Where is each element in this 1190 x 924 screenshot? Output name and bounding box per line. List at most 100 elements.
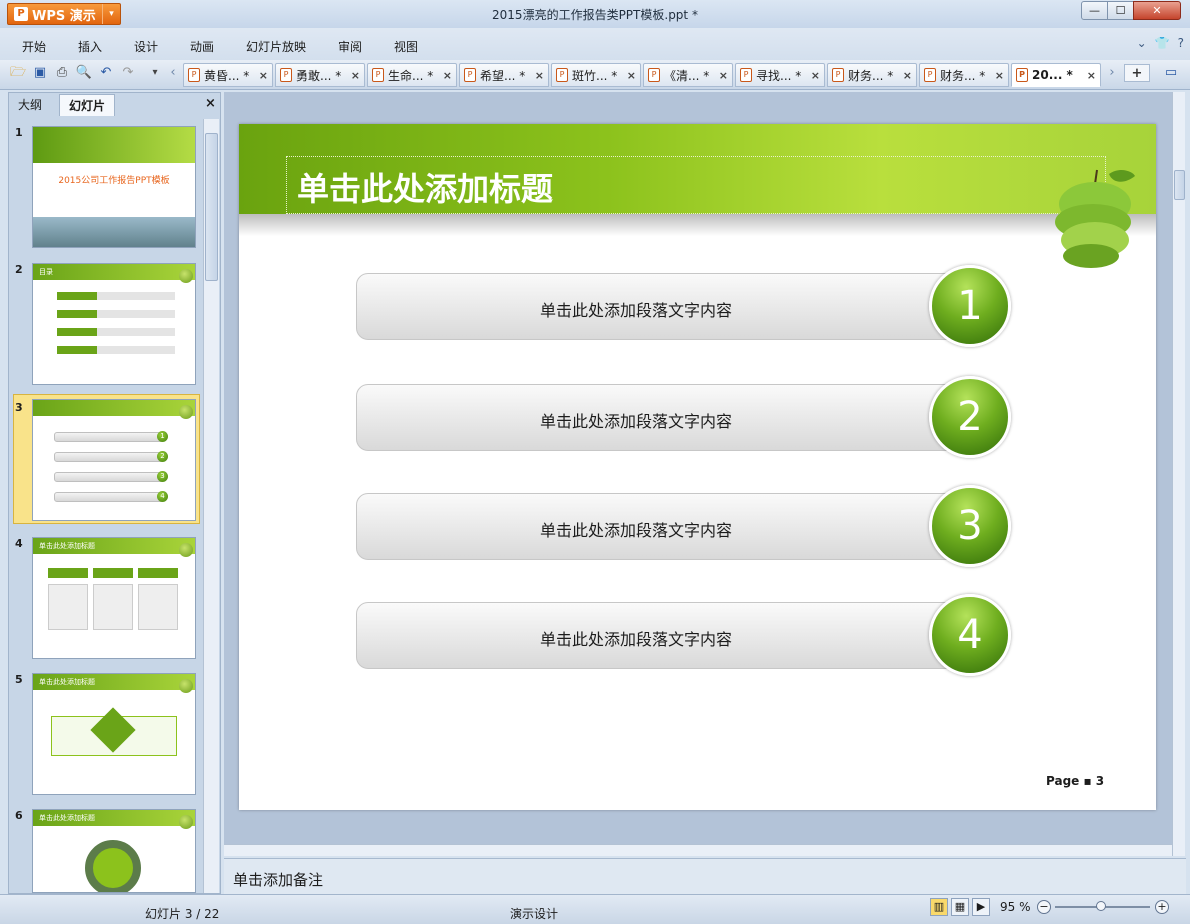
- slide-thumbnail-6[interactable]: 单击此处添加标题: [32, 809, 196, 893]
- slide-number: 5: [15, 673, 23, 686]
- print-preview-icon[interactable]: 🔍: [75, 64, 93, 82]
- thumbnail-scrollbar[interactable]: [203, 119, 219, 893]
- scroll-right-icon[interactable]: ›: [1103, 64, 1121, 82]
- notes-pane[interactable]: 单击添加备注: [224, 858, 1186, 894]
- slide-thumbnail-5[interactable]: 单击此处添加标题: [32, 673, 196, 795]
- ppt-file-icon: P: [740, 68, 752, 82]
- slide-number: 2: [15, 263, 23, 276]
- ppt-file-icon: P: [556, 68, 568, 82]
- doc-tab[interactable]: P 黄昏... * ×: [183, 63, 273, 87]
- close-tab-icon[interactable]: ×: [719, 69, 728, 82]
- doc-tab[interactable]: P 财务... * ×: [827, 63, 917, 87]
- slides-panel: 大纲 幻灯片 × 1 2015公司工作报告PPT模板 2 目录 3 1 2 3 …: [8, 92, 221, 894]
- open-icon[interactable]: 🗁: [9, 64, 27, 82]
- slide-thumbnail-3[interactable]: 1 2 3 4: [32, 399, 196, 521]
- menu-bar: [0, 28, 1190, 60]
- menu-view[interactable]: 视图: [394, 38, 418, 55]
- close-tab-icon[interactable]: ×: [1087, 69, 1096, 82]
- doc-tab-active[interactable]: P 20... * ×: [1011, 63, 1101, 87]
- doc-tab[interactable]: P 斑竹... * ×: [551, 63, 641, 87]
- print-icon[interactable]: ⎙: [53, 64, 71, 82]
- ppt-file-icon: P: [280, 68, 292, 82]
- undo-icon[interactable]: ↶: [97, 64, 115, 82]
- content-text-3[interactable]: 单击此处添加段落文字内容: [356, 517, 916, 541]
- tab-outline[interactable]: 大纲: [9, 94, 51, 116]
- slide-sorter-icon[interactable]: ▦: [951, 898, 969, 916]
- slide-header-shadow: [239, 214, 1156, 236]
- slide-number: 1: [15, 126, 23, 139]
- doc-tab[interactable]: P 寻找... * ×: [735, 63, 825, 87]
- ppt-file-icon: P: [924, 68, 936, 82]
- notes-placeholder[interactable]: 单击添加备注: [233, 869, 323, 890]
- redo-icon[interactable]: ↷: [119, 64, 137, 82]
- thumb-photo: [33, 217, 195, 247]
- close-window-button[interactable]: ✕: [1133, 1, 1181, 20]
- normal-view-icon[interactable]: ▥: [930, 898, 948, 916]
- slide-thumbnail-2[interactable]: 目录: [32, 263, 196, 385]
- close-tab-icon[interactable]: ×: [903, 69, 912, 82]
- menu-design[interactable]: 设计: [134, 38, 158, 55]
- zoom-out-button[interactable]: −: [1037, 900, 1051, 914]
- slide-counter: 幻灯片 3 / 22: [145, 907, 220, 921]
- apple-icon: [1055, 169, 1135, 268]
- thumb-title: 2015公司工作报告PPT模板: [58, 176, 170, 186]
- close-tab-icon[interactable]: ×: [811, 69, 820, 82]
- number-badge-2: 2: [929, 376, 1011, 458]
- ppt-file-icon: P: [1016, 68, 1028, 82]
- slideshow-icon[interactable]: ▶: [972, 898, 990, 916]
- horizontal-scrollbar[interactable]: [224, 844, 1172, 856]
- menu-review[interactable]: 审阅: [338, 38, 362, 55]
- close-tab-icon[interactable]: ×: [259, 69, 268, 82]
- zoom-slider-knob[interactable]: [1096, 901, 1106, 911]
- menu-home[interactable]: 开始: [22, 38, 46, 55]
- close-tab-icon[interactable]: ×: [995, 69, 1004, 82]
- doc-tab[interactable]: P 希望... * ×: [459, 63, 549, 87]
- close-panel-icon[interactable]: ×: [205, 96, 216, 111]
- collapse-ribbon-icon[interactable]: ⌄: [1137, 36, 1147, 50]
- tab-slides[interactable]: 幻灯片: [59, 94, 115, 116]
- close-tab-icon[interactable]: ×: [443, 69, 452, 82]
- content-text-1[interactable]: 单击此处添加段落文字内容: [356, 297, 916, 321]
- help-icon[interactable]: ?: [1178, 36, 1184, 50]
- window-layout-icon[interactable]: ▭: [1162, 64, 1180, 82]
- vertical-scrollbar[interactable]: [1172, 92, 1185, 856]
- slide-canvas[interactable]: 单击此处添加标题 单击此处添加段落文字内容 1 单击此处添加段落文字内容 2 单…: [239, 124, 1156, 810]
- content-text-4[interactable]: 单击此处添加段落文字内容: [356, 626, 916, 650]
- close-tab-icon[interactable]: ×: [535, 69, 544, 82]
- scroll-thumb[interactable]: [205, 133, 218, 281]
- zoom-level: 95 %: [1000, 900, 1031, 914]
- new-tab-button[interactable]: +: [1124, 64, 1150, 82]
- slide-number: 6: [15, 809, 23, 822]
- slide-thumbnail-4[interactable]: 单击此处添加标题: [32, 537, 196, 659]
- maximize-button[interactable]: ☐: [1107, 1, 1134, 20]
- content-text-2[interactable]: 单击此处添加段落文字内容: [356, 408, 916, 432]
- slide-thumbnail-1[interactable]: 2015公司工作报告PPT模板: [32, 126, 196, 248]
- close-tab-icon[interactable]: ×: [351, 69, 360, 82]
- page-number-label: Page ▪ 3: [1046, 774, 1105, 788]
- minimize-button[interactable]: —: [1081, 1, 1108, 20]
- more-icon[interactable]: ▾: [146, 64, 164, 82]
- window-title: 2015漂亮的工作报告类PPT模板.ppt *: [492, 8, 698, 22]
- number-badge-3: 3: [929, 485, 1011, 567]
- doc-tab[interactable]: P 勇敢... * ×: [275, 63, 365, 87]
- menu-insert[interactable]: 插入: [78, 38, 102, 55]
- doc-tab[interactable]: P 财务... * ×: [919, 63, 1009, 87]
- slide-number: 4: [15, 537, 23, 550]
- ppt-file-icon: P: [372, 68, 384, 82]
- slide-number: 3: [15, 401, 23, 414]
- menu-animation[interactable]: 动画: [190, 38, 214, 55]
- scroll-left-icon[interactable]: ‹: [164, 64, 182, 82]
- number-badge-4: 4: [929, 594, 1011, 676]
- save-icon[interactable]: ▣: [31, 64, 49, 82]
- doc-tab[interactable]: P 生命... * ×: [367, 63, 457, 87]
- scroll-thumb[interactable]: [1174, 170, 1185, 200]
- ppt-file-icon: P: [648, 68, 660, 82]
- number-badge-1: 1: [929, 265, 1011, 347]
- doc-tab[interactable]: P 《清... * ×: [643, 63, 733, 87]
- menu-slideshow[interactable]: 幻灯片放映: [246, 38, 306, 55]
- zoom-in-button[interactable]: +: [1155, 900, 1169, 914]
- close-tab-icon[interactable]: ×: [627, 69, 636, 82]
- slide-title[interactable]: 单击此处添加标题: [297, 164, 553, 210]
- skin-icon[interactable]: 👕: [1155, 36, 1170, 50]
- ppt-file-icon: P: [464, 68, 476, 82]
